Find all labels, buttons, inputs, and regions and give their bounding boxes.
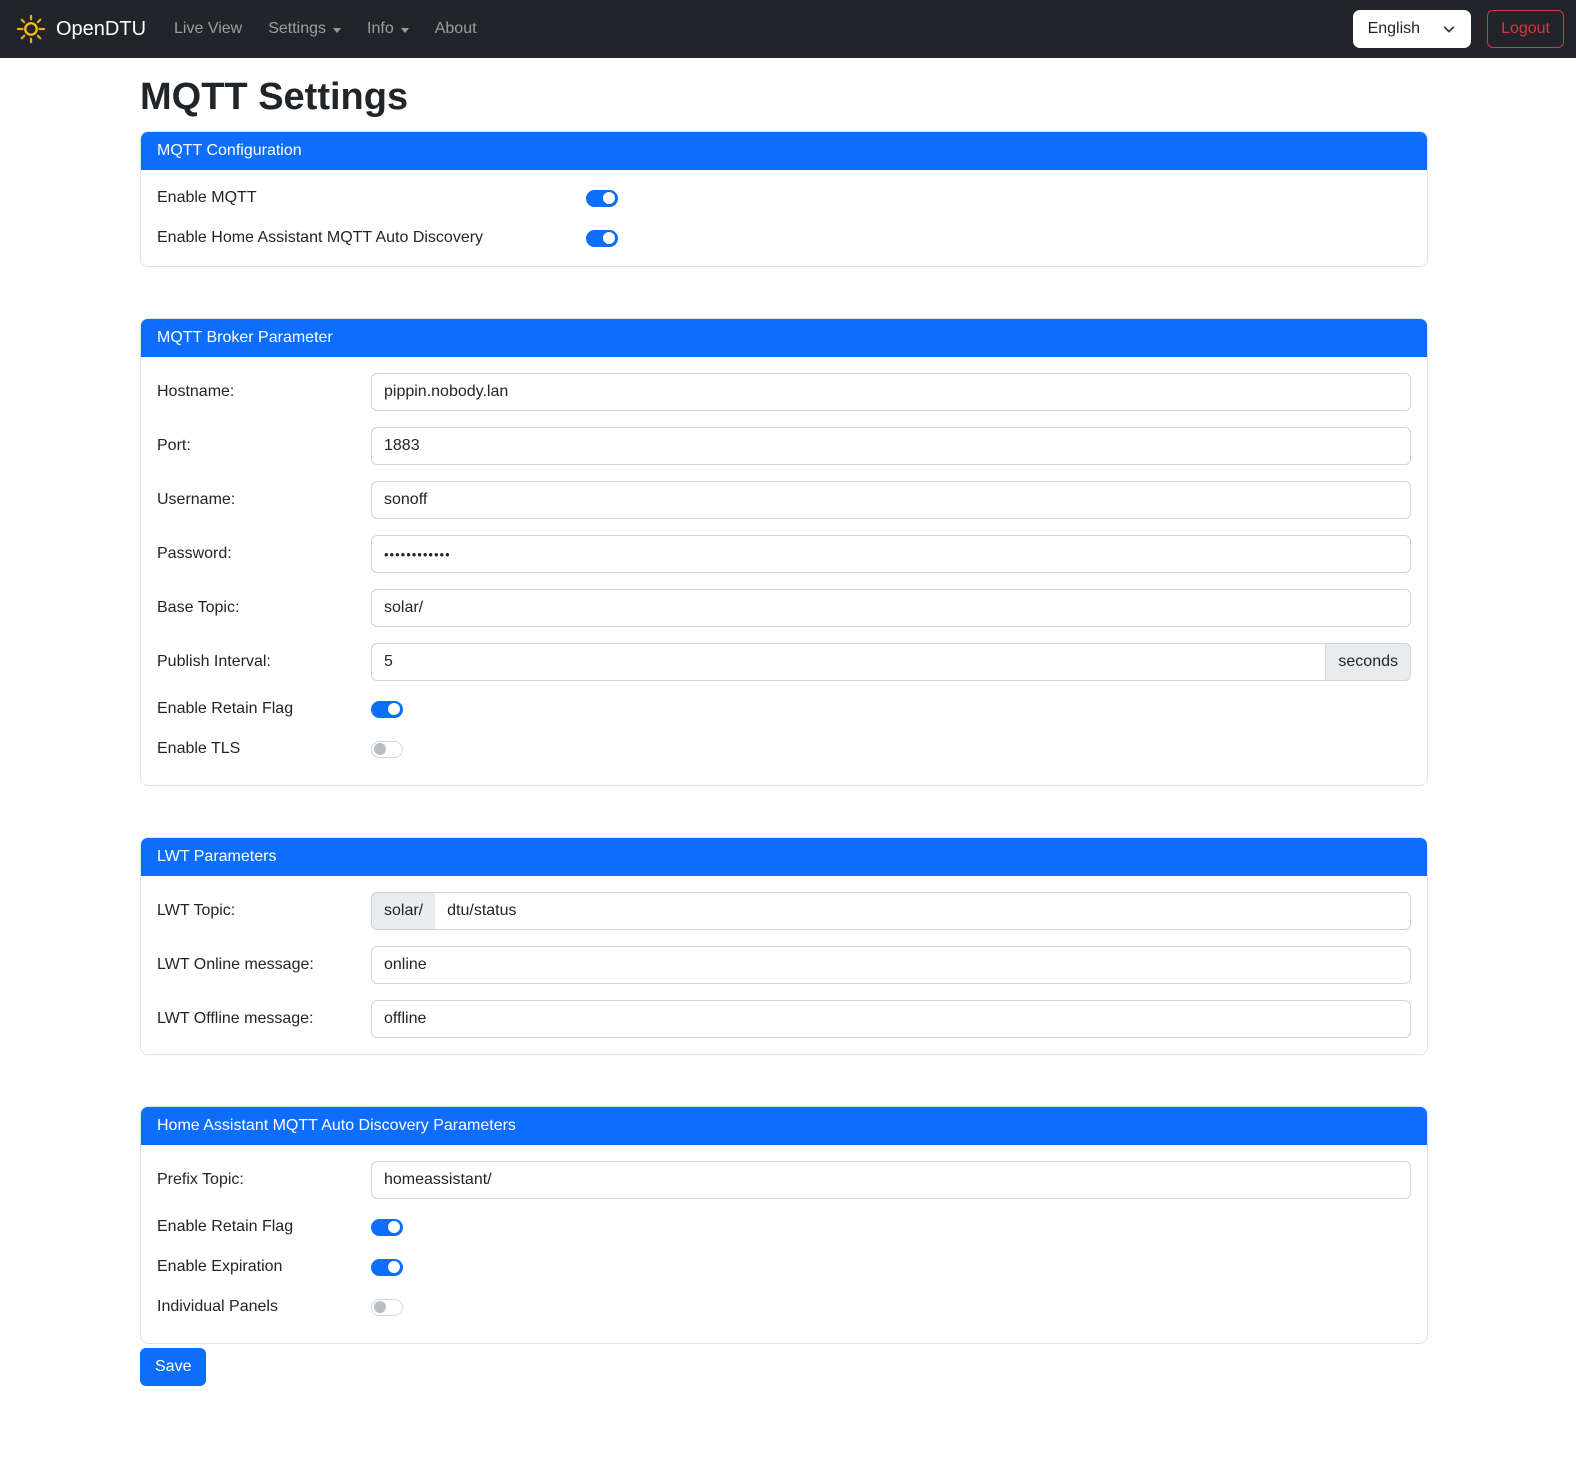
row-hostname: Hostname:: [157, 373, 1411, 411]
row-password: Password:: [157, 535, 1411, 573]
chevron-down-icon: [1442, 22, 1456, 36]
field-label: Individual Panels: [157, 1298, 371, 1316]
row-port: Port:: [157, 427, 1411, 465]
row-enable-expiration: Enable Expiration: [157, 1255, 1411, 1279]
row-individual-panels: Individual Panels: [157, 1295, 1411, 1319]
chevron-down-icon: [333, 28, 341, 33]
row-enable-mqtt: Enable MQTT: [157, 186, 1411, 210]
save-button[interactable]: Save: [140, 1348, 206, 1386]
chevron-down-icon: [401, 28, 409, 33]
nav-item-info[interactable]: Info: [359, 12, 417, 46]
field-label: Enable Expiration: [157, 1258, 371, 1276]
navbar: OpenDTU Live View Settings Info About En…: [0, 0, 1576, 58]
password-input[interactable]: [371, 535, 1411, 573]
field-label: Enable Home Assistant MQTT Auto Discover…: [157, 229, 586, 247]
nav-item-about[interactable]: About: [427, 12, 485, 46]
field-label: Publish Interval:: [157, 653, 371, 671]
row-hass-enable-retain-flag: Enable Retain Flag: [157, 1215, 1411, 1239]
lwt-topic-input[interactable]: [435, 892, 1411, 930]
language-select[interactable]: English: [1353, 10, 1471, 48]
logout-button[interactable]: Logout: [1487, 10, 1564, 48]
port-input[interactable]: [371, 427, 1411, 465]
individual-panels-toggle[interactable]: [371, 1299, 403, 1316]
enable-retain-flag-toggle[interactable]: [371, 701, 403, 718]
field-label: LWT Topic:: [157, 902, 371, 920]
main-content: MQTT Settings MQTT Configuration Enable …: [140, 76, 1428, 1386]
field-label: Port:: [157, 437, 371, 455]
publish-interval-input[interactable]: [371, 643, 1326, 681]
base-topic-input[interactable]: [371, 589, 1411, 627]
enable-hass-discovery-toggle[interactable]: [586, 230, 618, 247]
brand-link[interactable]: OpenDTU: [16, 14, 146, 44]
field-label: Username:: [157, 491, 371, 509]
lwt-topic-prefix-addon: solar/: [371, 892, 435, 930]
field-label: LWT Online message:: [157, 956, 371, 974]
field-label: Enable Retain Flag: [157, 700, 371, 718]
username-input[interactable]: [371, 481, 1411, 519]
field-label: Hostname:: [157, 383, 371, 401]
row-base-topic: Base Topic:: [157, 589, 1411, 627]
row-enable-hass-discovery: Enable Home Assistant MQTT Auto Discover…: [157, 226, 1411, 250]
row-publish-interval: Publish Interval: seconds: [157, 643, 1411, 681]
brand-label: OpenDTU: [56, 18, 146, 41]
nav-item-live-view[interactable]: Live View: [166, 12, 250, 46]
card-mqtt-broker-parameter: MQTT Broker Parameter Hostname: Port: Us…: [140, 318, 1428, 786]
card-header: LWT Parameters: [141, 838, 1427, 876]
lwt-online-message-input[interactable]: [371, 946, 1411, 984]
card-hass-discovery-parameters: Home Assistant MQTT Auto Discovery Param…: [140, 1106, 1428, 1344]
row-enable-tls: Enable TLS: [157, 737, 1411, 761]
field-label: Password:: [157, 545, 371, 563]
nav-item-settings[interactable]: Settings: [260, 12, 349, 46]
card-header: MQTT Broker Parameter: [141, 319, 1427, 357]
row-prefix-topic: Prefix Topic:: [157, 1161, 1411, 1199]
row-username: Username:: [157, 481, 1411, 519]
language-selected-value: English: [1368, 20, 1420, 38]
sun-logo-icon: [16, 14, 46, 44]
row-lwt-offline-message: LWT Offline message:: [157, 1000, 1411, 1038]
card-header: MQTT Configuration: [141, 132, 1427, 170]
field-label: Enable MQTT: [157, 189, 586, 207]
enable-expiration-toggle[interactable]: [371, 1259, 403, 1276]
field-label: Enable TLS: [157, 740, 371, 758]
hass-retain-flag-toggle[interactable]: [371, 1219, 403, 1236]
field-label: Enable Retain Flag: [157, 1218, 371, 1236]
hostname-input[interactable]: [371, 373, 1411, 411]
lwt-offline-message-input[interactable]: [371, 1000, 1411, 1038]
card-lwt-parameters: LWT Parameters LWT Topic: solar/ LWT Onl…: [140, 837, 1428, 1055]
page-title: MQTT Settings: [140, 76, 1428, 119]
row-lwt-online-message: LWT Online message:: [157, 946, 1411, 984]
field-label: LWT Offline message:: [157, 1010, 371, 1028]
prefix-topic-input[interactable]: [371, 1161, 1411, 1199]
enable-mqtt-toggle[interactable]: [586, 190, 618, 207]
field-label: Prefix Topic:: [157, 1171, 371, 1189]
row-enable-retain-flag: Enable Retain Flag: [157, 697, 1411, 721]
enable-tls-toggle[interactable]: [371, 741, 403, 758]
field-label: Base Topic:: [157, 599, 371, 617]
card-header: Home Assistant MQTT Auto Discovery Param…: [141, 1107, 1427, 1145]
seconds-addon: seconds: [1326, 643, 1411, 681]
card-mqtt-configuration: MQTT Configuration Enable MQTT Enable Ho…: [140, 131, 1428, 267]
row-lwt-topic: LWT Topic: solar/: [157, 892, 1411, 930]
